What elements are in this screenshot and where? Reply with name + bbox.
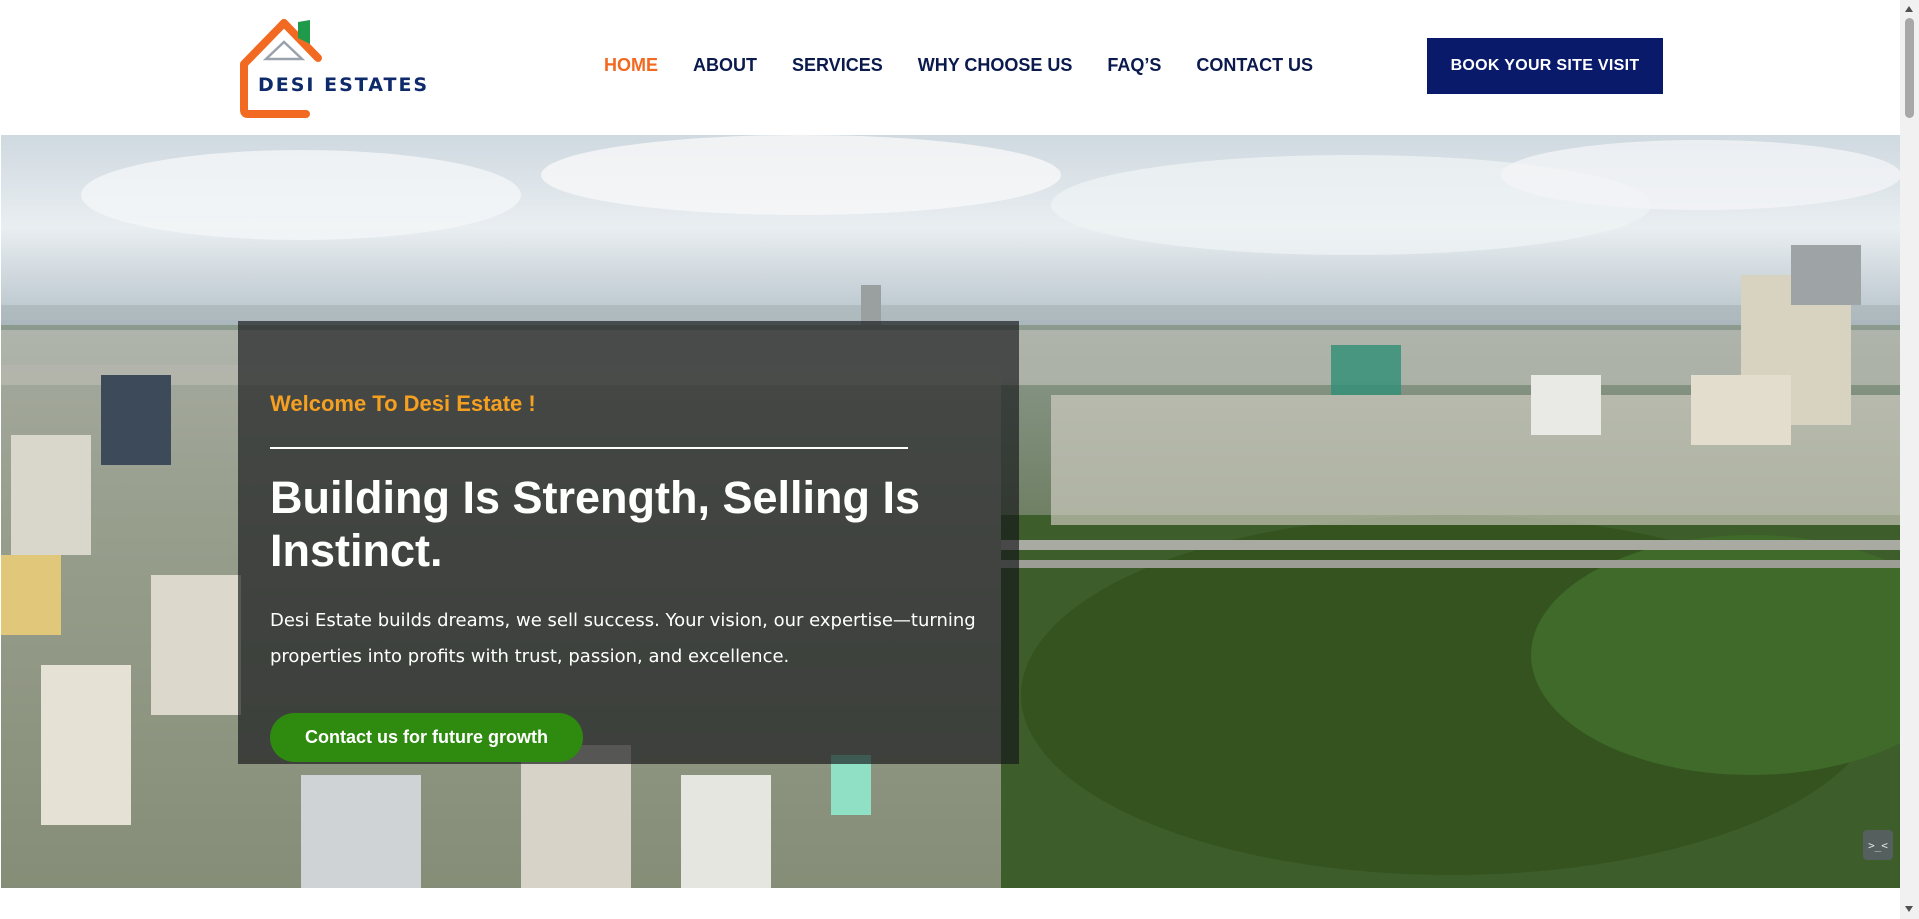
contact-us-growth-button[interactable]: Contact us for future growth xyxy=(270,713,583,762)
hero-title: Building Is Strength, Selling Is Instinc… xyxy=(270,472,921,576)
nav-item-home[interactable]: HOME xyxy=(604,54,658,76)
scroll-down-arrow-icon[interactable] xyxy=(1905,906,1913,912)
house-logo-icon xyxy=(240,19,322,118)
nav-item-services[interactable]: SERVICES xyxy=(792,54,883,76)
divider xyxy=(270,447,908,449)
welcome-text: Welcome To Desi Estate ! xyxy=(270,391,536,416)
nav-item-about[interactable]: ABOUT xyxy=(693,54,757,76)
hero-description: Desi Estate builds dreams, we sell succe… xyxy=(270,610,976,667)
page: DESI ESTATES HOME ABOUT SERVICES WHY CHO… xyxy=(0,0,1900,919)
floating-widget-icon[interactable]: >_< xyxy=(1863,830,1893,860)
main-nav: HOME ABOUT SERVICES WHY CHOOSE US FAQ’S … xyxy=(604,54,1348,76)
scroll-up-arrow-icon[interactable] xyxy=(1905,6,1913,12)
scrollbar-thumb[interactable] xyxy=(1905,18,1914,118)
logo[interactable]: DESI ESTATES xyxy=(236,14,430,118)
nav-item-contact-us[interactable]: CONTACT US xyxy=(1196,54,1313,76)
hero-section: Welcome To Desi Estate ! Building Is Str… xyxy=(1,135,1900,888)
vertical-scrollbar[interactable] xyxy=(1900,0,1919,919)
hero-overlay-panel: Welcome To Desi Estate ! Building Is Str… xyxy=(238,321,1019,764)
nav-item-why-choose-us[interactable]: WHY CHOOSE US xyxy=(918,54,1073,76)
logo-text: DESI ESTATES xyxy=(258,74,430,96)
site-header: DESI ESTATES HOME ABOUT SERVICES WHY CHO… xyxy=(0,0,1900,135)
nav-item-faqs[interactable]: FAQ’S xyxy=(1107,54,1161,76)
book-site-visit-button[interactable]: BOOK YOUR SITE VISIT xyxy=(1427,38,1663,94)
